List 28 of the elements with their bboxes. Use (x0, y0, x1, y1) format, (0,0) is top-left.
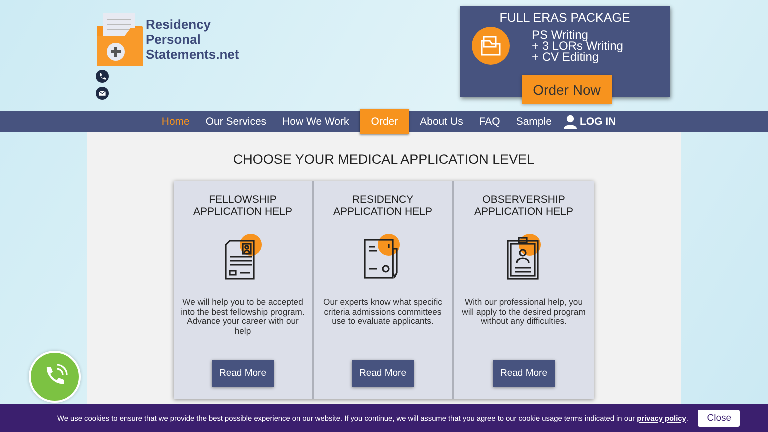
package-title: FULL ERAS PACKAGE (500, 11, 630, 25)
card-title: OBSERVERSHIP APPLICATION HELP (474, 194, 574, 218)
package-item: PS Writing (532, 30, 588, 40)
login-link[interactable]: LOG IN (560, 111, 624, 132)
phone-icon[interactable] (96, 70, 109, 83)
read-more-button[interactable]: Read More (212, 360, 274, 387)
read-more-button[interactable]: Read More (493, 360, 555, 387)
package-item: + 3 LORs Writing (532, 40, 624, 52)
mail-icon[interactable] (96, 87, 109, 100)
card-title: FELLOWSHIP APPLICATION HELP (193, 194, 292, 218)
card-description: With our professional help, you will apply to the desired program without any difficulties. (461, 298, 587, 328)
user-icon (564, 114, 577, 128)
nav-link[interactable]: How We Work (274, 111, 358, 132)
folder-icon (472, 27, 510, 65)
card-description: Our experts know what specific criteria admissions committees use to evaluate applicants. (322, 298, 444, 328)
nav-link[interactable]: Our Services (198, 111, 275, 132)
nav-link[interactable]: About Us (412, 111, 472, 132)
card-title: RESIDENCY APPLICATION HELP (333, 194, 432, 218)
card-description: We will help you to be accepted into the best fellowship program. Advance your career with our help (180, 298, 306, 338)
order-now-button[interactable]: Order Now (522, 75, 612, 104)
nav-link[interactable]: Sample (508, 111, 560, 132)
folder-logo-icon (96, 12, 144, 66)
close-button[interactable]: Close (698, 410, 740, 426)
package-item: + CV Editing (532, 52, 600, 62)
site-name[interactable]: Residency Personal Statements.net (146, 16, 240, 62)
read-more-button[interactable]: Read More (352, 360, 414, 387)
section-heading: CHOOSE YOUR MEDICAL APPLICATION LEVEL (233, 152, 535, 167)
nav-link[interactable]: FAQ (471, 111, 508, 132)
